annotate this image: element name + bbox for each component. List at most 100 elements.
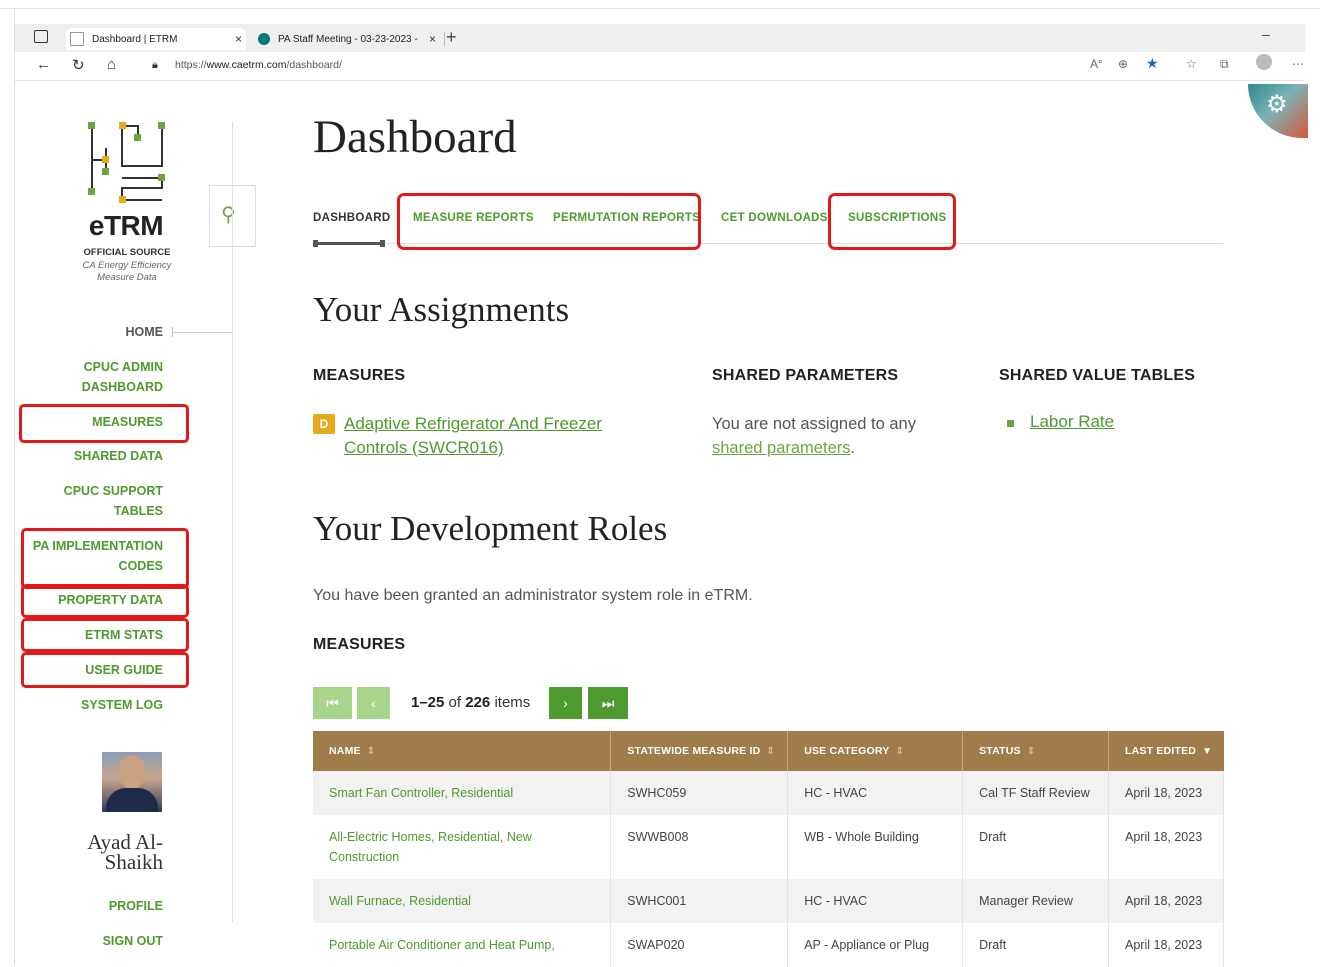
new-tab-button[interactable]: + [446,27,457,48]
table-row[interactable]: Portable Air Conditioner and Heat Pump, … [313,923,1224,967]
measure-name-link[interactable]: All-Electric Homes, Residential, New Con… [313,815,612,879]
table-row[interactable]: Wall Furnace, Residential SWHC001 HC - H… [313,879,1224,923]
column-header-last-edited[interactable]: LAST EDITED ▼ [1108,731,1224,771]
draft-status-icon: D [313,414,335,434]
next-page-button[interactable]: › [549,687,582,719]
zoom-icon[interactable]: ⊕ [1118,57,1128,71]
sort-icon[interactable]: ⇕ [1027,746,1036,757]
url-path: /dashboard/ [286,59,342,71]
column-header-status[interactable]: STATUS ⇕ [962,731,1110,771]
measure-name-link[interactable]: Smart Fan Controller, Residential [313,771,612,815]
sidebar-item-system-log[interactable]: SYSTEM LOG [81,695,163,715]
prev-page-button[interactable]: ‹ [357,687,390,719]
last-edited: April 18, 2023 [1108,771,1224,815]
profile-avatar-icon[interactable] [1256,54,1272,70]
browser-tab-title: PA Staff Meeting - 03-23-2023 - [278,33,418,45]
read-aloud-icon[interactable]: A° [1090,57,1103,71]
measure-name-link[interactable]: Portable Air Conditioner and Heat Pump, [313,923,612,967]
highlight-subscriptions-tab [828,193,956,250]
sidebar-item-cpuc-support-tables[interactable]: CPUC SUPPORT TABLES [64,481,163,521]
sort-icon[interactable]: ⇕ [895,746,904,757]
address-bar[interactable]: https://www.caetrm.com/dashboard/ [175,59,342,71]
labor-rate-link[interactable]: Labor Rate [1030,412,1114,432]
highlight-pa-implementation-codes [21,528,189,589]
assignments-title: Your Assignments [313,290,570,329]
measure-id: SWAP020 [610,923,789,967]
browser-tab-meeting[interactable]: PA Staff Meeting - 03-23-2023 - × [254,28,440,50]
shared-parameters-link[interactable]: shared parameters [712,439,851,457]
page-favicon-icon [70,32,84,46]
assigned-measure-link[interactable]: Adaptive Refrigerator And Freezer Contro… [344,412,614,460]
highlight-report-tabs [397,193,701,250]
column-header-label: STATEWIDE MEASURE ID [627,745,761,757]
pagination-items-label: items [494,694,531,711]
avatar-face [118,755,146,789]
sidebar-item-label: TABLES [113,504,163,518]
measure-name-link[interactable]: Wall Furnace, Residential [313,879,612,923]
table-row[interactable]: Smart Fan Controller, Residential SWHC05… [313,771,1224,815]
refresh-icon[interactable]: ↻ [72,56,85,74]
sign-out-link[interactable]: SIGN OUT [103,931,163,951]
shared-value-tables-heading: SHARED VALUE TABLES [999,367,1196,384]
development-roles-title: Your Development Roles [313,509,668,548]
etrm-logo [88,122,165,203]
page-title: Dashboard [313,111,517,163]
tab-cet-downloads[interactable]: CET DOWNLOADS [721,212,828,224]
gears-icon: ⚙ [1266,91,1288,118]
status: Manager Review [962,879,1110,923]
highlight-measures [19,404,189,443]
active-tab-indicator [313,240,385,247]
sidebar-item-home[interactable]: HOME [126,322,164,342]
measures-table: NAME ⇕ STATEWIDE MEASURE ID ⇕ USE CATEGORY… [313,731,1224,967]
table-header-row: NAME ⇕ STATEWIDE MEASURE ID ⇕ USE CATEGORY… [313,731,1224,771]
status: Draft [962,923,1110,967]
first-page-button[interactable]: ⏮ [313,687,352,719]
measures-heading: MEASURES [313,367,406,384]
brand-name: eTRM [88,210,164,241]
sort-icon[interactable]: ⇕ [766,746,775,757]
sidebar-divider [232,122,233,922]
back-arrow-icon[interactable]: ← [36,56,51,73]
column-header-name[interactable]: NAME ⇕ [313,731,612,771]
sort-desc-icon[interactable]: ▼ [1202,746,1212,757]
last-edited: April 18, 2023 [1108,815,1224,879]
column-header-statewide-id[interactable]: STATEWIDE MEASURE ID ⇕ [610,731,789,771]
url-scheme: https:// [175,59,207,71]
column-header-use-category[interactable]: USE CATEGORY ⇕ [787,731,964,771]
settings-gear-badge[interactable]: ⚙ [1248,84,1308,138]
profile-link[interactable]: PROFILE [109,896,163,916]
sidebar-item-cpuc-admin-dashboard[interactable]: CPUC ADMIN DASHBOARD [82,357,163,397]
url-host: www.caetrm.com [206,59,287,71]
pagination-count: 1–25 of 226 items [411,694,530,711]
pagination-of: of [448,694,462,711]
brand-description: CA Energy Efficiency Measure Data [82,260,172,283]
browser-tab-dashboard[interactable]: Dashboard | ETRM × [66,28,246,50]
measure-id: SWHC059 [610,771,789,815]
minimize-button[interactable]: – [1262,26,1270,42]
tab-dashboard[interactable]: DASHBOARD [313,212,390,224]
tab-actions-icon[interactable] [34,30,48,43]
use-category: AP - Appliance or Plug [787,923,964,967]
search-icon: ⚲ [221,204,236,226]
lock-icon[interactable]: 🔒︎ [152,59,158,72]
more-menu-icon[interactable]: ⋯ [1292,57,1304,71]
measure-id: SWWB008 [610,815,789,879]
close-tab-icon[interactable]: × [235,32,242,46]
user-name-line: Shaikh [104,850,163,874]
last-edited: April 18, 2023 [1108,923,1224,967]
close-tab-icon[interactable]: × [429,32,436,46]
table-row[interactable]: All-Electric Homes, Residential, New Con… [313,815,1224,879]
home-indicator-line [172,332,232,333]
highlight-user-guide [21,652,189,688]
last-page-button[interactable]: ⏭ [588,687,628,719]
collections-icon[interactable]: ⧉ [1220,57,1229,72]
favorite-star-icon[interactable]: ★ [1146,55,1159,72]
home-icon[interactable]: ⌂ [107,56,116,73]
sort-icon[interactable]: ⇕ [367,746,376,757]
total-items: 226 [465,694,491,711]
sidebar-item-shared-data[interactable]: SHARED DATA [74,446,163,466]
use-category: WB - Whole Building [787,815,964,879]
last-edited: April 18, 2023 [1108,879,1224,923]
avatar-body [106,788,158,812]
favorites-icon[interactable]: ☆ [1186,57,1197,71]
